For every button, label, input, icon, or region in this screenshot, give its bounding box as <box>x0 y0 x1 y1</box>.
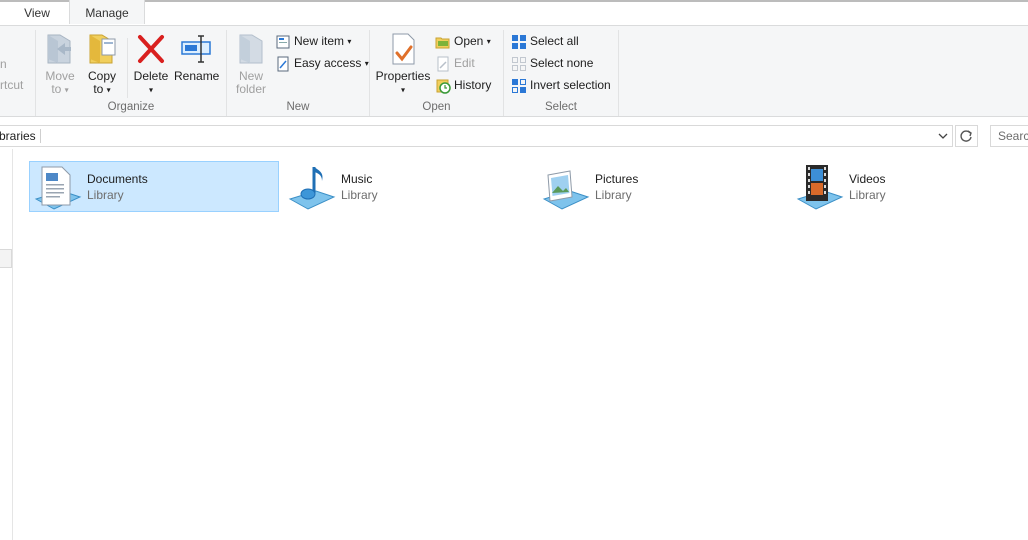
refresh-icon <box>960 130 972 142</box>
delete-button[interactable]: Delete ▾ <box>132 31 170 96</box>
tab-view[interactable]: View <box>14 0 60 24</box>
library-tile-pictures[interactable]: Pictures Library <box>537 161 787 212</box>
library-name: Videos <box>849 172 886 186</box>
new-item-button[interactable]: New item ▾ <box>275 32 351 50</box>
select-all-button[interactable]: Select all <box>511 32 579 50</box>
library-type: Library <box>595 188 632 202</box>
ribbon-tab-strip <box>0 0 1028 26</box>
properties-label: Properties <box>375 69 431 83</box>
copy-to-label-2: to ▾ <box>93 82 111 96</box>
new-folder-label-2: folder <box>235 82 267 96</box>
library-type: Library <box>87 188 124 202</box>
history-button[interactable]: History <box>435 76 491 94</box>
rename-label: Rename <box>174 69 220 83</box>
copy-to-button[interactable]: Copy to ▾ <box>84 31 120 96</box>
move-to-label-2: to ▾ <box>51 82 69 96</box>
easy-access-icon <box>277 56 289 72</box>
pictures-library-icon <box>542 170 590 210</box>
select-none-icon <box>512 56 526 71</box>
delete-label: Delete <box>133 69 169 83</box>
videos-library-icon <box>796 165 844 210</box>
address-history-dropdown[interactable] <box>936 128 950 144</box>
easy-access-button[interactable]: Easy access ▾ <box>275 54 369 72</box>
library-tile-music[interactable]: Music Library <box>283 161 533 212</box>
rename-button[interactable]: Rename <box>174 31 220 83</box>
group-label-new: New <box>286 101 310 113</box>
group-separator <box>127 38 128 98</box>
library-name: Documents <box>87 172 148 186</box>
new-folder-button[interactable]: New folder <box>232 31 270 96</box>
library-type: Library <box>849 188 886 202</box>
invert-selection-button[interactable]: Invert selection <box>511 76 611 94</box>
music-library-icon <box>288 167 336 210</box>
invert-selection-icon <box>512 78 526 93</box>
navigation-pane <box>0 149 13 540</box>
paste-shortcut-partial[interactable]: rtcut <box>0 76 23 94</box>
library-type: Library <box>341 188 378 202</box>
edit-button[interactable]: Edit <box>435 54 475 72</box>
search-placeholder: Searc <box>998 129 1028 143</box>
group-label-open: Open <box>422 101 451 113</box>
delete-icon <box>138 35 164 63</box>
open-folder-icon <box>435 37 450 49</box>
library-name: Music <box>341 172 373 186</box>
tab-manage[interactable]: Manage <box>69 0 145 24</box>
move-to-icon <box>47 34 71 64</box>
edit-icon <box>437 56 449 72</box>
clipboard-partial-item[interactable]: n <box>0 55 7 73</box>
chevron-down-icon <box>938 133 948 139</box>
move-to-button[interactable]: Move to ▾ <box>42 31 78 96</box>
properties-caret: ▾ <box>400 85 405 95</box>
address-bar[interactable]: braries <box>0 125 953 147</box>
library-name: Pictures <box>595 172 639 186</box>
address-path-segment[interactable]: braries <box>0 129 41 143</box>
copy-to-icon <box>89 34 116 64</box>
properties-icon <box>392 33 415 65</box>
history-icon <box>436 79 451 94</box>
refresh-button[interactable] <box>955 125 978 147</box>
delete-caret: ▾ <box>148 85 153 95</box>
new-folder-icon <box>239 34 263 64</box>
select-none-button[interactable]: Select none <box>511 54 593 72</box>
library-tile-documents[interactable]: Documents Library <box>29 161 279 212</box>
properties-button[interactable]: Properties ▾ <box>375 31 431 96</box>
documents-library-icon <box>34 166 82 210</box>
navigation-pane-item[interactable] <box>0 249 12 268</box>
new-item-icon <box>276 35 290 49</box>
library-tile-videos[interactable]: Videos Library <box>791 161 1028 212</box>
select-all-icon <box>512 34 526 49</box>
rename-icon <box>181 35 211 63</box>
group-label-select: Select <box>545 101 577 113</box>
group-separator <box>618 30 619 116</box>
group-label-organize: Organize <box>107 101 155 113</box>
open-button[interactable]: Open ▾ <box>435 32 491 50</box>
